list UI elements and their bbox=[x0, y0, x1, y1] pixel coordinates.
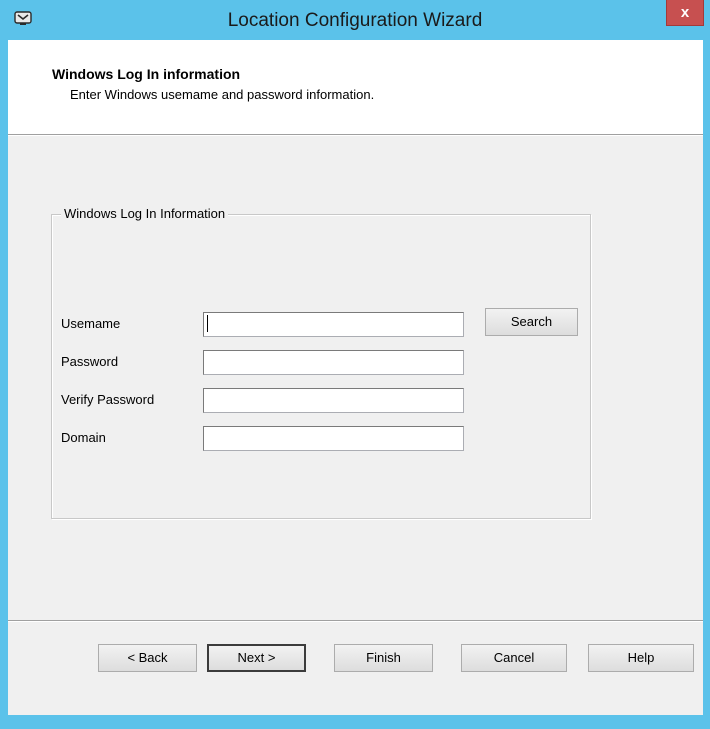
next-button[interactable]: Next > bbox=[207, 644, 306, 672]
close-icon: x bbox=[680, 4, 690, 21]
domain-input[interactable] bbox=[203, 426, 464, 451]
finish-button[interactable]: Finish bbox=[334, 644, 433, 672]
footer-divider-highlight bbox=[8, 621, 703, 622]
search-button[interactable]: Search bbox=[485, 308, 578, 336]
wizard-body: Windows Log In information Enter Windows… bbox=[8, 40, 703, 715]
page-subtitle: Enter Windows usemame and password infor… bbox=[70, 87, 375, 102]
window-title: Location Configuration Wizard bbox=[227, 10, 483, 31]
wizard-header: Windows Log In information Enter Windows… bbox=[8, 40, 703, 134]
page-title: Windows Log In information bbox=[52, 66, 241, 82]
help-button[interactable]: Help bbox=[588, 644, 694, 672]
header-divider-highlight bbox=[8, 135, 703, 136]
verify-password-label: Verify Password bbox=[61, 392, 155, 407]
close-button[interactable]: x bbox=[666, 0, 704, 26]
password-label: Password bbox=[61, 354, 119, 369]
domain-label: Domain bbox=[61, 430, 106, 445]
title-bar[interactable]: Location Configuration Wizard x bbox=[0, 0, 710, 40]
password-input[interactable] bbox=[203, 350, 464, 375]
text-caret bbox=[207, 315, 208, 332]
groupbox-legend: Windows Log In Information bbox=[61, 206, 229, 221]
back-button[interactable]: < Back bbox=[98, 644, 197, 672]
verify-password-input[interactable] bbox=[203, 388, 464, 413]
wizard-window: Location Configuration Wizard x Windows … bbox=[0, 0, 710, 729]
username-input[interactable] bbox=[203, 312, 464, 337]
cancel-button[interactable]: Cancel bbox=[461, 644, 567, 672]
username-label: Usemame bbox=[61, 316, 121, 331]
